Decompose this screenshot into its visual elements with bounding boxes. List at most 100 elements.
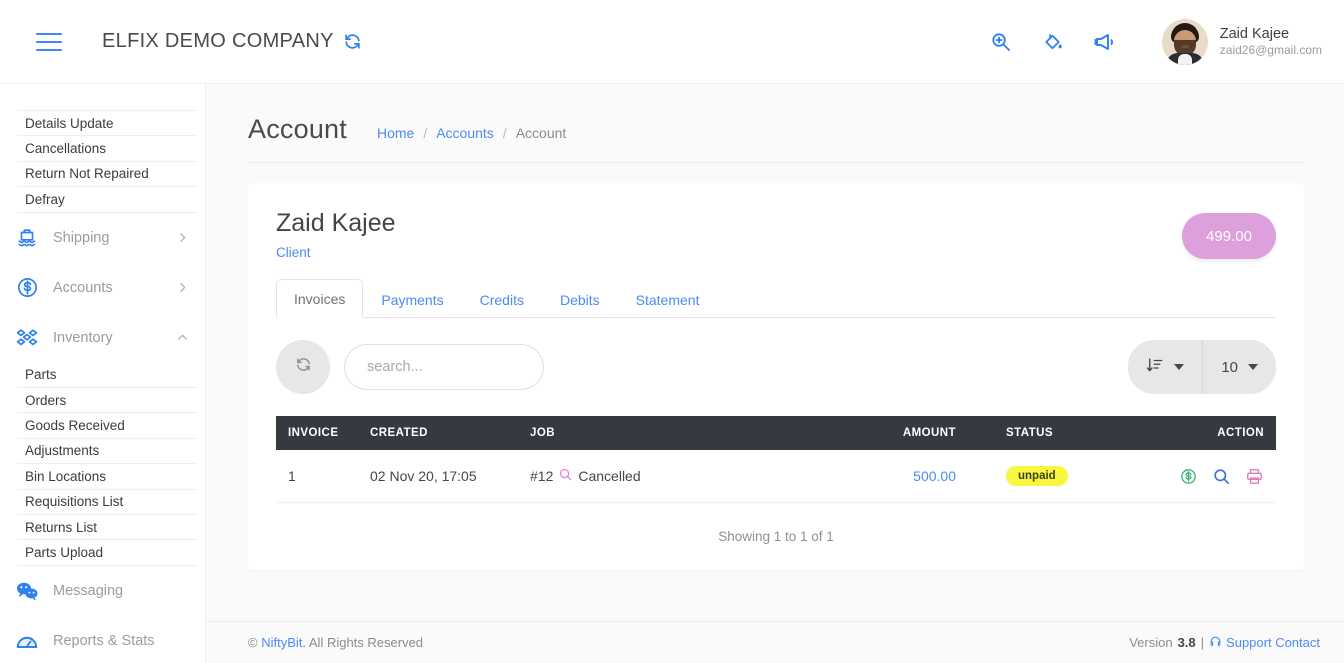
sidebar: Details Update Cancellations Return Not … <box>0 84 206 663</box>
user-name: Zaid Kajee <box>1219 25 1290 42</box>
breadcrumb-accounts[interactable]: Accounts <box>436 125 494 141</box>
sidebar-group-reports-stats[interactable]: Reports & Stats <box>0 616 205 663</box>
amount-link[interactable]: 500.00 <box>913 468 956 484</box>
sidebar-item-label: Cancellations <box>25 141 107 157</box>
sidebar-item-bin-locations[interactable]: Bin Locations <box>17 464 197 490</box>
table-row[interactable]: 1 02 Nov 20, 17:05 #12 Cancelled 500.00 … <box>276 450 1276 503</box>
breadcrumb: Home / Accounts / Account <box>377 125 566 141</box>
sidebar-item-cancellations[interactable]: Cancellations <box>17 136 197 162</box>
search-zoom-icon[interactable] <box>988 29 1014 55</box>
sidebar-item-details-update[interactable]: Details Update <box>17 111 197 137</box>
chat-bubbles-icon <box>12 580 42 602</box>
page-size-dropdown[interactable]: 10 <box>1202 340 1276 394</box>
tab-invoices[interactable]: Invoices <box>276 279 364 318</box>
page-size-value: 10 <box>1221 358 1238 376</box>
account-card: Zaid Kajee Client 499.00 Invoices Paymen… <box>248 183 1304 570</box>
col-job: JOB <box>520 416 826 450</box>
chevron-right-icon <box>176 281 189 294</box>
breadcrumb-home[interactable]: Home <box>377 125 414 141</box>
headset-icon <box>1209 635 1222 651</box>
sidebar-item-requisitions-list[interactable]: Requisitions List <box>17 490 197 515</box>
chevron-up-icon <box>176 331 189 344</box>
table-body: 1 02 Nov 20, 17:05 #12 Cancelled 500.00 … <box>276 450 1276 503</box>
sidebar-item-label: Return Not Repaired <box>25 166 149 182</box>
refresh-icon <box>295 356 312 378</box>
client-type-link[interactable]: Client <box>276 245 396 260</box>
breadcrumb-current: Account <box>515 125 567 141</box>
sidebar-item-label: Requisitions List <box>25 494 124 510</box>
caret-down-icon <box>1248 364 1258 370</box>
pay-dollar-icon[interactable] <box>1179 467 1198 486</box>
sidebar-item-parts[interactable]: Parts <box>17 363 197 388</box>
sidebar-item-parts-upload[interactable]: Parts Upload <box>17 540 197 566</box>
sidebar-item-goods-received[interactable]: Goods Received <box>17 413 197 439</box>
sidebar-item-defray[interactable]: Defray <box>17 187 197 213</box>
invoices-table: INVOICE CREATED JOB AMOUNT STATUS ACTION… <box>276 416 1276 503</box>
copyright-suffix: . All Rights Reserved <box>302 635 424 650</box>
table-controls: 10 <box>1128 340 1276 394</box>
search-field-wrapper <box>344 344 544 390</box>
balance-badge: 499.00 <box>1182 213 1276 259</box>
account-tabs: Invoices Payments Credits Debits Stateme… <box>276 278 1276 318</box>
table-toolbar: 10 <box>276 340 1276 394</box>
caret-down-icon <box>1174 364 1185 370</box>
tab-credits[interactable]: Credits <box>462 280 542 318</box>
support-contact-link[interactable]: Support Contact <box>1209 635 1320 651</box>
app-root: ELFIX DEMO COMPANY Zaid Kajee zaid26@gma… <box>0 0 1344 663</box>
sidebar-item-return-not-repaired[interactable]: Return Not Repaired <box>17 162 197 188</box>
tab-debits[interactable]: Debits <box>542 280 618 318</box>
search-input[interactable] <box>344 344 544 390</box>
refresh-icon[interactable] <box>343 32 362 51</box>
tab-payments[interactable]: Payments <box>363 280 461 318</box>
sidebar-subitems-top: Details Update Cancellations Return Not … <box>0 111 205 213</box>
breadcrumb-separator: / <box>502 125 507 141</box>
user-menu[interactable]: Zaid Kajee zaid26@gmail.com <box>1161 18 1322 65</box>
sidebar-item-label: Details Update <box>25 115 114 131</box>
boxes-icon <box>12 326 42 350</box>
header-divider <box>248 162 1304 163</box>
sidebar-group-label: Reports & Stats <box>53 632 155 649</box>
sidebar-item-adjustments[interactable]: Adjustments <box>17 439 197 465</box>
cell-amount: 500.00 <box>826 450 966 503</box>
refresh-button[interactable] <box>276 340 330 394</box>
sidebar-item-label: Parts Upload <box>25 544 104 560</box>
cell-actions <box>1156 450 1276 503</box>
sidebar-item-label: Parts <box>25 367 57 383</box>
sidebar-group-inventory[interactable]: Inventory <box>0 313 205 363</box>
hamburger-icon[interactable] <box>36 32 62 51</box>
sidebar-item-orders[interactable]: Orders <box>17 388 197 414</box>
tab-statement[interactable]: Statement <box>618 280 718 318</box>
breadcrumb-separator: / <box>423 125 428 141</box>
cell-job: #12 Cancelled <box>520 450 826 503</box>
sidebar-group-label: Shipping <box>53 229 110 246</box>
megaphone-icon[interactable] <box>1092 29 1118 55</box>
sort-amount-desc-icon <box>1146 356 1164 378</box>
col-status: STATUS <box>966 416 1156 450</box>
job-status: Cancelled <box>578 468 641 484</box>
gauge-icon <box>12 631 42 651</box>
footer-divider: | <box>1200 635 1205 650</box>
view-search-icon[interactable] <box>1212 467 1231 486</box>
niftybit-link[interactable]: NiftyBit <box>261 635 302 650</box>
brand: ELFIX DEMO COMPANY <box>102 30 362 53</box>
sort-dropdown[interactable] <box>1128 340 1202 394</box>
paint-bucket-icon[interactable] <box>1040 29 1066 55</box>
col-action: ACTION <box>1156 416 1276 450</box>
copyright: © NiftyBit. All Rights Reserved <box>248 635 423 650</box>
sidebar-item-label: Defray <box>25 191 65 207</box>
print-icon[interactable] <box>1245 467 1264 486</box>
sidebar-group-shipping[interactable]: Shipping <box>0 213 205 263</box>
user-email: zaid26@gmail.com <box>1219 42 1322 57</box>
sidebar-item-returns-list[interactable]: Returns List <box>17 515 197 541</box>
table-head: INVOICE CREATED JOB AMOUNT STATUS ACTION <box>276 416 1276 450</box>
sidebar-group-label: Accounts <box>53 279 113 296</box>
magnifier-icon[interactable] <box>558 467 573 485</box>
support-contact-label: Support Contact <box>1226 635 1320 650</box>
sidebar-group-accounts[interactable]: Accounts <box>0 263 205 313</box>
version-number: 3.8 <box>1177 635 1196 650</box>
brand-title: ELFIX DEMO COMPANY <box>102 30 334 52</box>
page-header: Account Home / Accounts / Account <box>206 84 1344 145</box>
page-footer: © NiftyBit. All Rights Reserved Version … <box>206 621 1344 663</box>
sidebar-group-messaging[interactable]: Messaging <box>0 566 205 616</box>
sidebar-item-label: Goods Received <box>25 418 125 434</box>
